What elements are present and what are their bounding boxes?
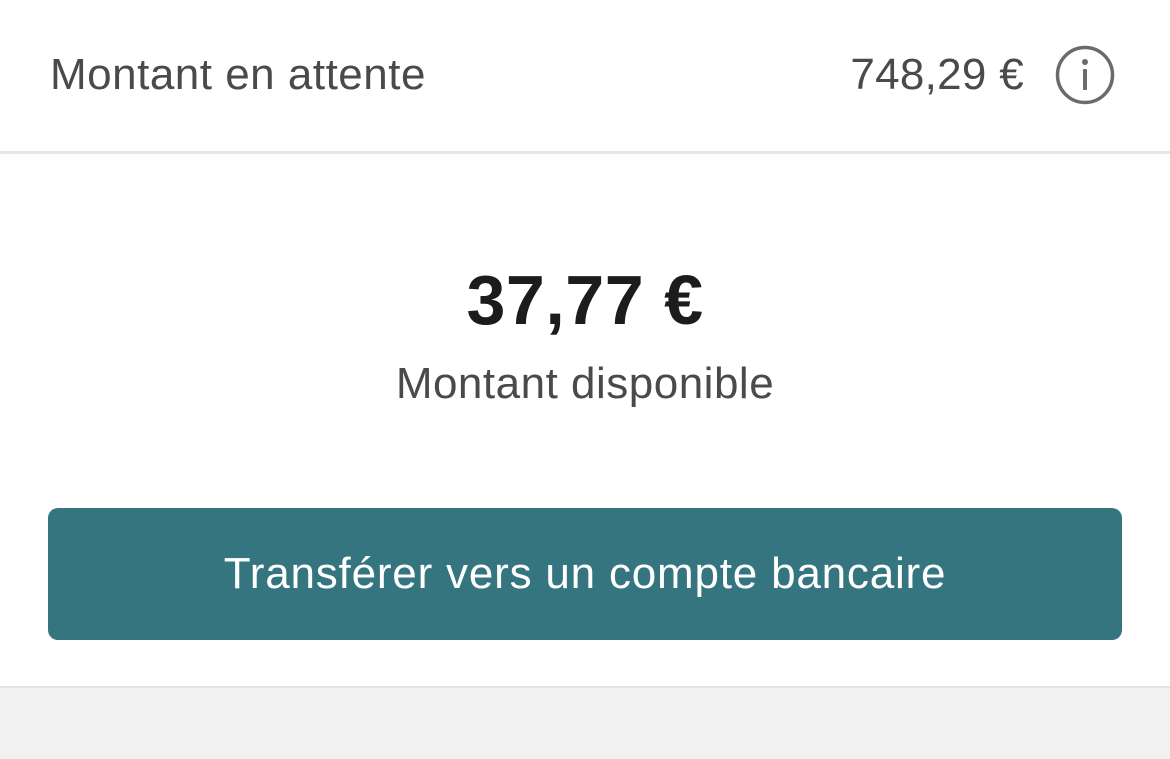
info-icon[interactable] <box>1055 45 1115 105</box>
footer-background <box>0 688 1170 759</box>
wallet-page: Montant en attente 748,29 € 37,77 € Mont… <box>0 0 1170 759</box>
available-amount-value: 37,77 € <box>466 261 704 339</box>
pending-amount-label: Montant en attente <box>50 50 426 99</box>
available-balance-section: 37,77 € Montant disponible Transférer ve… <box>0 154 1170 686</box>
pending-amount-row: Montant en attente 748,29 € <box>0 0 1170 154</box>
transfer-to-bank-button[interactable]: Transférer vers un compte bancaire <box>48 508 1122 640</box>
available-amount-label: Montant disponible <box>395 359 775 408</box>
pending-amount-value: 748,29 € <box>850 50 1024 99</box>
